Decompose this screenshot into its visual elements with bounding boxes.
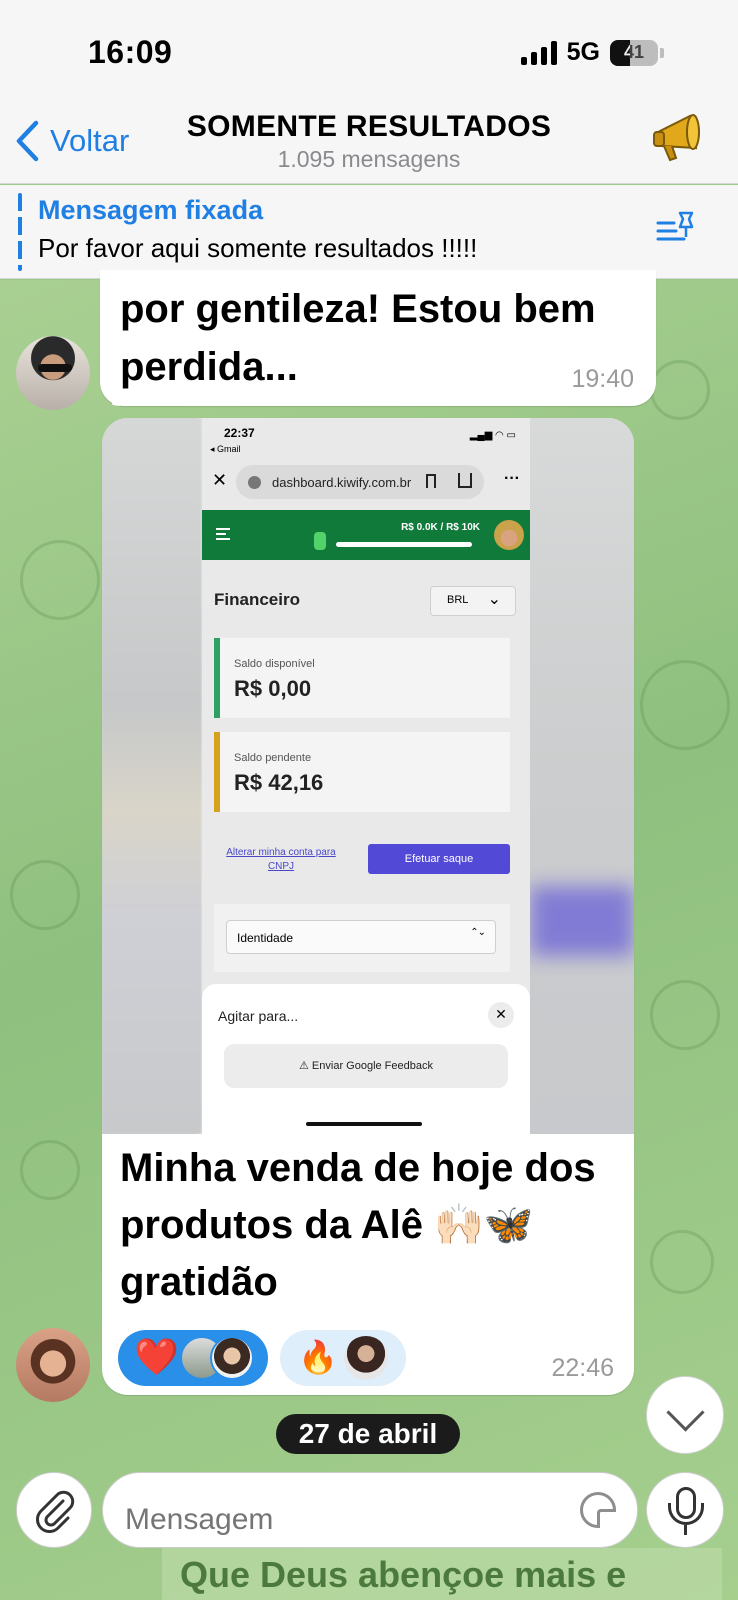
pinned-text: Por favor aqui somente resultados !!!!!	[38, 233, 478, 263]
screenshot-avatar	[494, 520, 524, 550]
attach-button[interactable]	[16, 1472, 92, 1548]
chat-title: SOMENTE RESULTADOS	[186, 110, 552, 143]
screenshot-pending-card: Saldo pendente R$ 42,16	[214, 732, 510, 812]
sender-avatar[interactable]	[16, 336, 90, 410]
home-indicator	[306, 1122, 422, 1126]
screenshot-identity-select: Identidade	[226, 920, 496, 954]
microphone-button[interactable]	[646, 1472, 724, 1548]
screenshot-app-header: R$ 0.0K / R$ 10K	[202, 510, 530, 560]
screenshot-bottom-sheet: Agitar para... ✕ ⚠ Enviar Google Feedbac…	[202, 984, 530, 1134]
reactor-avatar	[344, 1336, 388, 1380]
screenshot-goal: R$ 0.0K / R$ 10K	[401, 522, 480, 533]
signal-icon	[520, 40, 557, 65]
date-divider: 27 de abril	[276, 1414, 460, 1454]
message-time: 22:46	[551, 1354, 614, 1382]
screenshot-withdraw-button: Efetuar saque	[368, 844, 510, 874]
message-input[interactable]	[102, 1472, 638, 1548]
reaction-fire[interactable]: 🔥	[280, 1330, 406, 1386]
message-text: por gentileza! Estou bem perdida...	[120, 287, 596, 389]
close-icon: ✕	[488, 1002, 514, 1028]
screenshot-balance-card: Saldo disponível R$ 0,00	[214, 638, 510, 718]
reactions: ❤️ 🔥	[118, 1330, 406, 1386]
menu-icon	[216, 528, 230, 540]
chat-subtitle: 1.095 mensagens	[277, 146, 461, 172]
heart-icon: ❤️	[134, 1336, 179, 1377]
screenshot-phone-screen: 22:37 ◂ Gmail ▂▄▆ ◠ ▭ ✕ dashboard.kiwify…	[202, 418, 530, 1134]
sheet-title: Agitar para...	[218, 1008, 299, 1024]
network-type: 5G	[566, 38, 600, 66]
pinned-message-bar[interactable]: Mensagem fixada Por favor aqui somente r…	[0, 185, 738, 279]
pinned-title: Mensagem fixada	[38, 195, 264, 225]
screenshot-url-bar: ✕ dashboard.kiwify.com.br ···	[202, 460, 530, 504]
site-info-icon	[248, 476, 261, 489]
chat-title-area[interactable]: SOMENTE RESULTADOS 1.095 mensagens	[0, 110, 738, 173]
battery-icon: 41	[610, 39, 658, 66]
screenshot-back-app: ◂ Gmail	[210, 444, 241, 454]
fire-icon: 🔥	[298, 1339, 338, 1375]
scroll-to-bottom-button[interactable]	[646, 1376, 724, 1454]
pinned-list-icon[interactable]	[656, 209, 696, 249]
screenshot-page-title: Financeiro	[214, 590, 300, 609]
screenshot-url: dashboard.kiwify.com.br	[272, 475, 412, 490]
sheet-feedback-label: Enviar Google Feedback	[311, 1060, 433, 1072]
battery-level: 41	[623, 42, 645, 62]
navigation-header: 16:09 5G 41 Voltar SOMENTE RESULTADOS 1.…	[0, 0, 738, 184]
message-bubble-photo[interactable]: 22:37 ◂ Gmail ▂▄▆ ◠ ▭ ✕ dashboard.kiwify…	[102, 418, 634, 1395]
megaphone-icon[interactable]	[650, 112, 708, 164]
status-time: 16:09	[88, 34, 173, 70]
screenshot-goal-progress	[336, 542, 472, 547]
sticker-icon[interactable]	[580, 1492, 616, 1528]
gem-icon	[314, 532, 326, 550]
close-icon: ✕	[212, 470, 228, 490]
screenshot-currency-select: BRL	[430, 586, 516, 616]
sheet-feedback-button: ⚠ Enviar Google Feedback	[224, 1044, 508, 1088]
screenshot-signal-icon: ▂▄▆ ◠ ▭	[469, 430, 516, 441]
message-caption: Minha venda de hoje dos produtos da Alê …	[120, 1146, 596, 1304]
message-time: 19:40	[571, 365, 634, 393]
more-icon: ···	[504, 470, 520, 487]
attached-screenshot[interactable]: 22:37 ◂ Gmail ▂▄▆ ◠ ▭ ✕ dashboard.kiwify…	[102, 418, 634, 1134]
paperclip-icon	[36, 1490, 75, 1533]
partial-message-text: Que Deus abençoe mais e	[162, 1548, 722, 1600]
share-icon	[458, 473, 472, 488]
bookmark-icon	[426, 474, 436, 488]
card-value: R$ 42,16	[234, 770, 324, 795]
reaction-heart[interactable]: ❤️	[118, 1330, 268, 1386]
reactor-avatar	[210, 1336, 254, 1380]
pinned-indicator	[18, 193, 22, 271]
status-indicators: 5G 41	[520, 38, 664, 67]
screenshot-cnpj-link: Alterar minha conta para CNPJ	[226, 847, 336, 872]
message-bubble[interactable]: por gentileza! Estou bem perdida... 19:4…	[100, 270, 656, 406]
card-value: R$ 0,00	[234, 676, 312, 701]
screenshot-time: 22:37	[224, 426, 255, 440]
card-label: Saldo disponível	[234, 658, 315, 670]
card-label: Saldo pendente	[234, 752, 312, 764]
sender-avatar[interactable]	[16, 1328, 90, 1402]
